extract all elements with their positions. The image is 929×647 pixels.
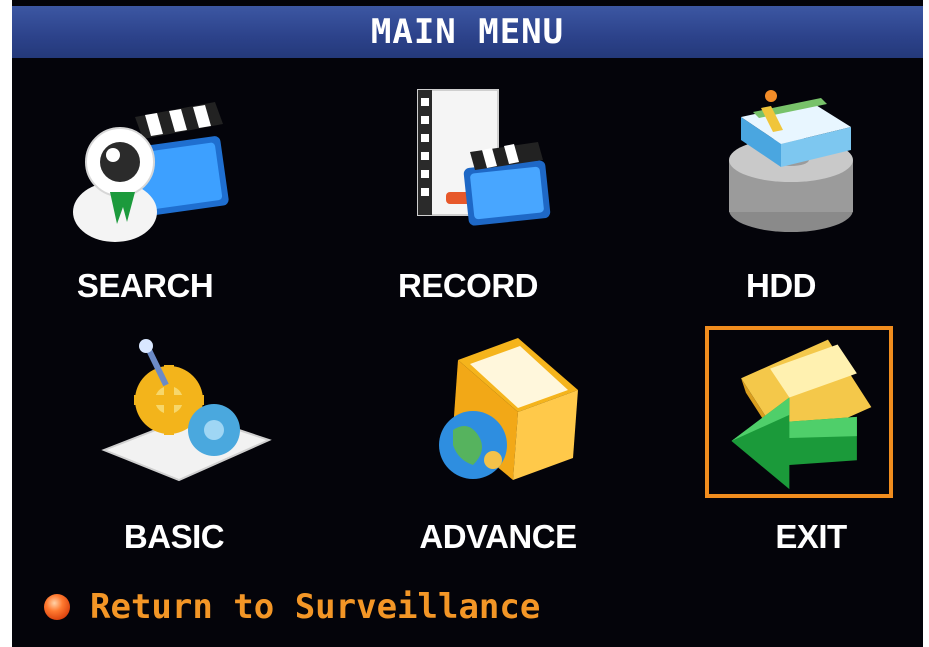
menu-item-hdd[interactable]: HDD: [661, 82, 901, 322]
search-icon: [73, 102, 229, 242]
menu-item-label: SEARCH: [76, 267, 214, 304]
basic-settings-icon: [101, 339, 272, 482]
bullet-icon: [44, 594, 70, 620]
menu-item-exit[interactable]: EXIT: [691, 326, 923, 566]
page-title: MAIN MENU: [370, 12, 565, 52]
main-menu-screen: MAIN MENU SEARCH RECORD HDD BASIC ADVANC…: [12, 0, 923, 647]
menu-item-label: RECORD: [397, 267, 539, 304]
footer-label: Return to Surveillance: [90, 587, 541, 627]
menu-item-search[interactable]: SEARCH: [25, 82, 265, 322]
menu-item-basic[interactable]: BASIC: [54, 330, 294, 570]
hdd-icon: [729, 90, 853, 232]
record-icon: [417, 89, 551, 226]
return-to-surveillance[interactable]: Return to Surveillance: [44, 582, 540, 632]
menu-item-label: EXIT: [775, 518, 847, 555]
advance-settings-icon: [439, 338, 578, 480]
menu-item-label: HDD: [746, 267, 817, 304]
exit-icon: [731, 339, 872, 490]
menu-item-advance[interactable]: ADVANCE: [378, 330, 618, 570]
menu-item-record[interactable]: RECORD: [348, 82, 588, 322]
title-bar: MAIN MENU: [12, 6, 923, 58]
menu-item-label: BASIC: [123, 518, 225, 555]
menu-item-label: ADVANCE: [419, 518, 577, 555]
